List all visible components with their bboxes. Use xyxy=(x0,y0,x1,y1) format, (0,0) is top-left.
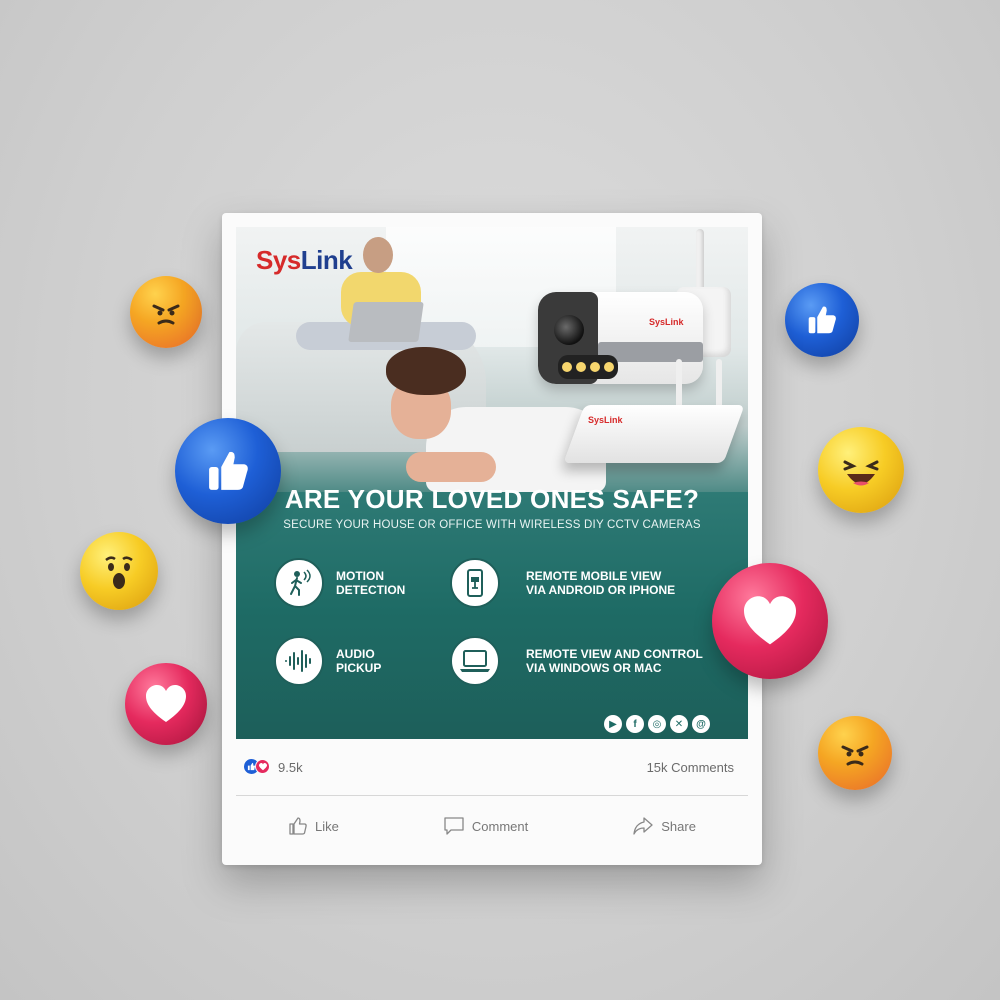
x-icon: ✕ xyxy=(670,715,688,733)
like-label: Like xyxy=(315,818,339,834)
like-reaction-ball-large xyxy=(175,418,281,524)
feature-remote-control: REMOTE VIEW AND CONTROL VIA WINDOWS OR MA… xyxy=(526,647,703,675)
heart-icon xyxy=(146,685,186,722)
social-icons-row: ▶ f ◎ ✕ @ xyxy=(604,715,710,733)
thumbs-up-outline-icon xyxy=(289,817,307,835)
camera-lens xyxy=(554,315,584,345)
social-post-card: SysLink SysLink SysLink ARE YOUR LOVED O… xyxy=(222,213,762,865)
woman-figure xyxy=(363,237,393,273)
angry-reaction-ball-2 xyxy=(818,716,892,790)
ad-creative: SysLink SysLink SysLink ARE YOUR LOVED O… xyxy=(236,227,748,739)
camera-brand-label: SysLink xyxy=(649,317,684,327)
facebook-icon: f xyxy=(626,715,644,733)
feature-audio-pickup: AUDIO PICKUP xyxy=(336,647,382,675)
love-react-icon xyxy=(255,759,270,774)
heart-icon xyxy=(744,596,796,645)
feature-remote-mobile: REMOTE MOBILE VIEW VIA ANDROID OR IPHONE xyxy=(526,569,676,597)
like-button[interactable]: Like xyxy=(288,811,339,841)
angry-reaction-ball xyxy=(130,276,202,348)
reaction-summary[interactable] xyxy=(244,759,272,775)
brand-logo: SysLink xyxy=(256,245,353,276)
motion-detection-icon xyxy=(274,558,324,608)
like-reaction-ball xyxy=(785,283,859,357)
instagram-icon: ◎ xyxy=(648,715,666,733)
post-actions-bar: Like Comment Share xyxy=(236,811,748,841)
love-reaction-ball-small xyxy=(125,663,207,745)
nvr-recorder xyxy=(563,405,745,463)
logo-sys: Sys xyxy=(256,245,301,275)
comment-label: Comment xyxy=(471,818,529,834)
post-stats: 9.5k 15k Comments xyxy=(244,757,740,777)
comment-bubble-icon xyxy=(444,817,464,835)
laughing-reaction-ball xyxy=(818,427,904,513)
laughing-face-icon xyxy=(843,460,879,486)
laptop-icon xyxy=(450,636,500,686)
share-arrow-icon xyxy=(633,817,653,835)
share-button[interactable]: Share xyxy=(632,811,696,841)
comment-count[interactable]: 15k Comments xyxy=(647,760,734,775)
share-label: Share xyxy=(661,818,696,834)
laptop-prop xyxy=(348,302,424,342)
angry-face-icon xyxy=(841,745,869,766)
comment-button[interactable]: Comment xyxy=(443,811,528,841)
audio-wave-icon xyxy=(274,636,324,686)
thumbs-up-icon xyxy=(808,306,836,334)
mobile-camera-icon xyxy=(450,558,500,608)
angry-face-icon xyxy=(152,304,180,325)
youtube-icon: ▶ xyxy=(604,715,622,733)
logo-link: Link xyxy=(300,245,353,275)
wow-face-icon xyxy=(105,556,133,589)
nvr-brand-label: SysLink xyxy=(588,415,623,425)
reaction-count[interactable]: 9.5k xyxy=(278,760,303,775)
love-reaction-ball-large xyxy=(712,563,828,679)
thumbs-up-icon xyxy=(209,451,248,490)
ad-headline: ARE YOUR LOVED ONES SAFE? xyxy=(284,484,700,514)
actions-divider xyxy=(236,795,748,796)
ad-subheadline: SECURE YOUR HOUSE OR OFFICE WITH WIRELES… xyxy=(283,519,701,531)
feature-motion-detection: MOTION DETECTION xyxy=(336,569,406,597)
wow-reaction-ball xyxy=(80,532,158,610)
threads-icon: @ xyxy=(692,715,710,733)
boy-figure xyxy=(386,347,466,395)
